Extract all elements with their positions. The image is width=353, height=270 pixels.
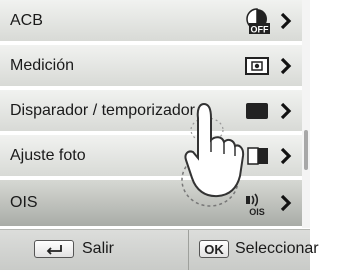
menu-item-label: ACB (10, 11, 43, 29)
touch-hand-icon (181, 102, 245, 207)
scrollbar-thumb[interactable] (304, 130, 308, 170)
chevron-right-icon (280, 57, 292, 75)
menu-scrollbar[interactable] (302, 0, 310, 228)
chevron-right-icon (280, 194, 292, 212)
acb-off-icon: OFF (246, 8, 270, 35)
select-button[interactable]: OK Seleccionar (188, 230, 319, 270)
back-arrow-icon (46, 245, 62, 255)
camera-menu-screen: ACB OFF Medición Disparador / temporizad… (0, 0, 319, 270)
menu-item-metering[interactable]: Medición (0, 45, 302, 88)
ois-icon-text: OIS (249, 207, 265, 216)
chevron-right-icon (280, 102, 292, 120)
acb-off-text: OFF (251, 25, 269, 35)
bottom-bar: Salir OK Seleccionar (0, 229, 319, 270)
select-label: Seleccionar (235, 240, 319, 257)
settings-menu: ACB OFF Medición Disparador / temporizad… (0, 0, 302, 228)
back-key (34, 240, 74, 258)
ok-key: OK (199, 240, 229, 258)
menu-item-label: Medición (10, 56, 75, 74)
menu-item-drive-timer[interactable]: Disparador / temporizador (0, 90, 302, 133)
menu-item-ois[interactable]: OIS OIS (0, 180, 302, 228)
metering-icon (245, 57, 269, 75)
exit-button[interactable]: Salir (0, 230, 188, 270)
menu-item-label: OIS (10, 194, 38, 211)
chevron-right-icon (280, 147, 292, 165)
menu-item-photo-adjust[interactable]: Ajuste foto (0, 135, 302, 178)
chevron-right-icon (280, 12, 292, 30)
exit-label: Salir (82, 240, 115, 257)
menu-item-acb[interactable]: ACB OFF (0, 0, 302, 43)
menu-item-label: Ajuste foto (10, 146, 86, 164)
menu-item-label: Disparador / temporizador (10, 101, 195, 119)
